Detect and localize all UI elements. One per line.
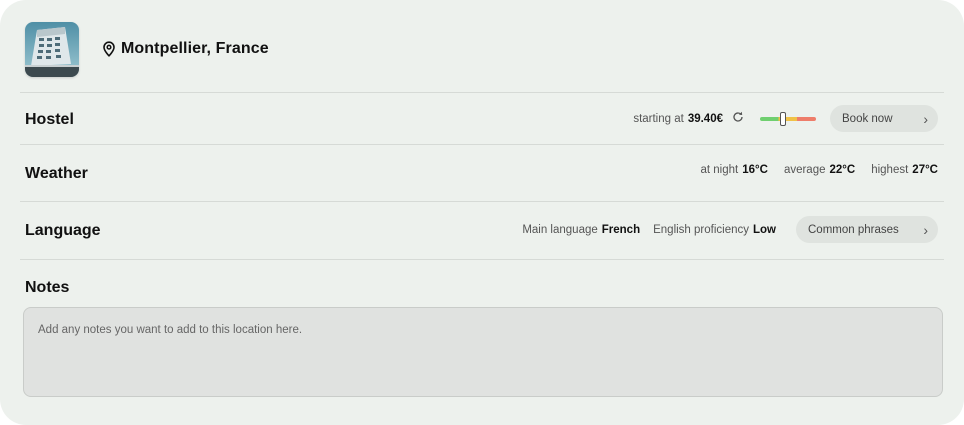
divider: [20, 144, 944, 145]
book-now-label: Book now: [842, 112, 893, 125]
location-title: Montpellier, France: [102, 40, 269, 58]
divider: [20, 92, 944, 93]
location-thumbnail: [25, 21, 79, 77]
main-language-value: French: [601, 223, 641, 236]
weather-night-label: at night: [700, 164, 739, 176]
weather-average-value: 22°C: [829, 164, 856, 176]
english-proficiency-label: English proficiency: [653, 223, 749, 236]
refresh-icon[interactable]: [732, 111, 744, 126]
price-gauge: [760, 111, 816, 126]
hostel-price-prefix: starting at: [633, 112, 684, 125]
weather-details: at night 16°C average 22°C highest 27°C: [701, 164, 939, 176]
location-name: Montpellier, France: [121, 40, 269, 57]
notes-title: Notes: [25, 279, 70, 296]
book-now-button[interactable]: Book now ›: [830, 105, 938, 132]
english-proficiency-value: Low: [753, 223, 776, 236]
language-details: Main language French English proficiency…: [522, 216, 938, 243]
hostel-details: starting at 39.40€ Book now ›: [633, 105, 938, 132]
divider: [20, 259, 944, 260]
divider: [20, 201, 944, 202]
map-pin-icon: [102, 41, 116, 57]
hostel-title: Hostel: [25, 111, 74, 128]
weather-highest-label: highest: [871, 164, 909, 176]
weather-highest-value: 27°C: [912, 164, 938, 176]
weather-title: Weather: [25, 165, 88, 182]
common-phrases-button[interactable]: Common phrases ›: [796, 216, 938, 243]
notes-textarea[interactable]: Add any notes you want to add to this lo…: [23, 307, 943, 397]
weather-average-label: average: [783, 164, 826, 176]
price-gauge-bar: [760, 116, 816, 121]
chevron-right-icon: ›: [923, 221, 928, 238]
language-title: Language: [25, 222, 101, 239]
notes-placeholder: Add any notes you want to add to this lo…: [38, 324, 303, 336]
weather-night-value: 16°C: [742, 164, 768, 176]
location-header: Montpellier, France: [25, 21, 269, 77]
location-card: Montpellier, France Hostel starting at 3…: [0, 0, 964, 425]
hostel-price: 39.40€: [687, 112, 723, 125]
price-gauge-knob: [780, 111, 786, 126]
chevron-right-icon: ›: [923, 110, 928, 127]
main-language-label: Main language: [522, 223, 598, 236]
common-phrases-label: Common phrases: [808, 223, 899, 236]
